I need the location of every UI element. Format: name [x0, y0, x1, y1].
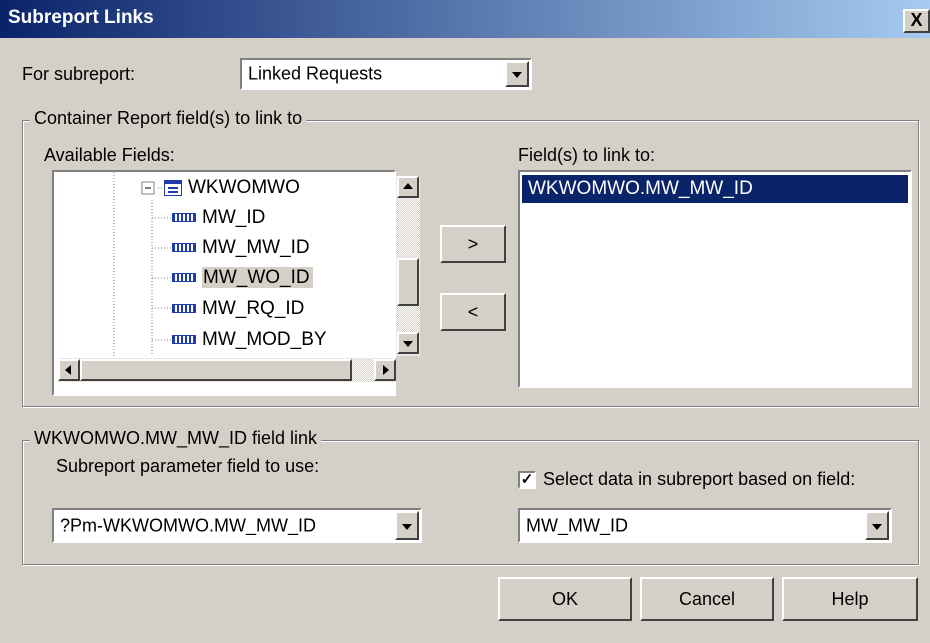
subreport-selected: Linked Requests	[248, 63, 383, 84]
linked-field-item[interactable]: WKWOMWO.MW_MW_ID	[522, 175, 908, 203]
tree-field-label: MW_WO_ID	[202, 267, 313, 288]
close-button[interactable]: X	[903, 9, 930, 33]
tree-field-mw-mod-by[interactable]: MW_MOD_BY	[172, 325, 327, 355]
tree-field-label: MW_ID	[202, 207, 266, 228]
scroll-thumb-horizontal[interactable]	[80, 359, 352, 381]
chevron-down-icon[interactable]	[865, 511, 889, 540]
chevron-down-icon[interactable]	[395, 511, 419, 540]
tree-field-label: MW_MOD_BY	[202, 329, 327, 350]
subreport-dropdown[interactable]: Linked Requests	[240, 58, 532, 90]
tree-field-mw-rq-id[interactable]: MW_RQ_ID	[172, 294, 304, 324]
tree-field-label: MW_RQ_ID	[202, 298, 305, 319]
cancel-button[interactable]: Cancel	[640, 577, 774, 621]
param-field-selected: ?Pm-WKWOMWO.MW_MW_ID	[60, 515, 316, 535]
subreport-label: For subreport:	[22, 64, 136, 84]
scroll-down-icon[interactable]	[397, 332, 419, 354]
scroll-up-icon[interactable]	[397, 176, 419, 198]
param-field-label: Subreport parameter field to use:	[56, 456, 320, 476]
scroll-thumb[interactable]	[397, 258, 419, 306]
table-icon	[164, 179, 182, 196]
close-icon: X	[910, 10, 923, 30]
field-icon	[172, 304, 196, 314]
field-icon	[172, 243, 196, 253]
remove-link-button[interactable]: <	[440, 293, 506, 331]
subreport-field-selected: MW_MW_ID	[526, 515, 628, 535]
tree-field-mw-wo-id[interactable]: MW_WO_ID	[172, 263, 313, 293]
scroll-left-icon[interactable]	[58, 359, 80, 381]
linked-fields-label: Field(s) to link to:	[518, 145, 656, 165]
tree-field-mw-mw-id[interactable]: MW_MW_ID	[172, 233, 310, 263]
tree-node-label: WKWOMWO	[188, 177, 300, 198]
tree-field-label: MW_MW_ID	[202, 237, 310, 258]
available-fields-label: Available Fields:	[44, 145, 175, 165]
select-data-checkbox[interactable]: ✓	[518, 471, 536, 489]
field-icon	[172, 335, 196, 345]
window-title: Subreport Links	[8, 7, 154, 28]
linked-fields-list[interactable]: WKWOMWO.MW_MW_ID	[518, 170, 912, 388]
field-icon	[172, 273, 196, 283]
scroll-right-icon[interactable]	[374, 359, 396, 381]
field-icon	[172, 213, 196, 223]
select-data-label: Select data in subreport based on field:	[543, 469, 856, 489]
tree-node-wkwomwo[interactable]: WKWOMWO	[164, 173, 300, 203]
subreport-field-dropdown[interactable]: MW_MW_ID	[518, 508, 892, 543]
help-button[interactable]: Help	[782, 577, 918, 621]
tree-field-mw-id[interactable]: MW_ID	[172, 203, 265, 233]
field-link-group-legend: WKWOMWO.MW_MW_ID field link	[30, 428, 321, 449]
chevron-down-icon[interactable]	[505, 61, 529, 87]
container-group-legend: Container Report field(s) to link to	[30, 108, 307, 129]
add-link-button[interactable]: >	[440, 225, 506, 263]
available-fields-tree[interactable]: WKWOMWO MW_ID MW_MW_ID MW_WO_ID MW_RQ_ID…	[52, 170, 420, 396]
param-field-dropdown[interactable]: ?Pm-WKWOMWO.MW_MW_ID	[52, 508, 422, 543]
ok-button[interactable]: OK	[498, 577, 632, 621]
